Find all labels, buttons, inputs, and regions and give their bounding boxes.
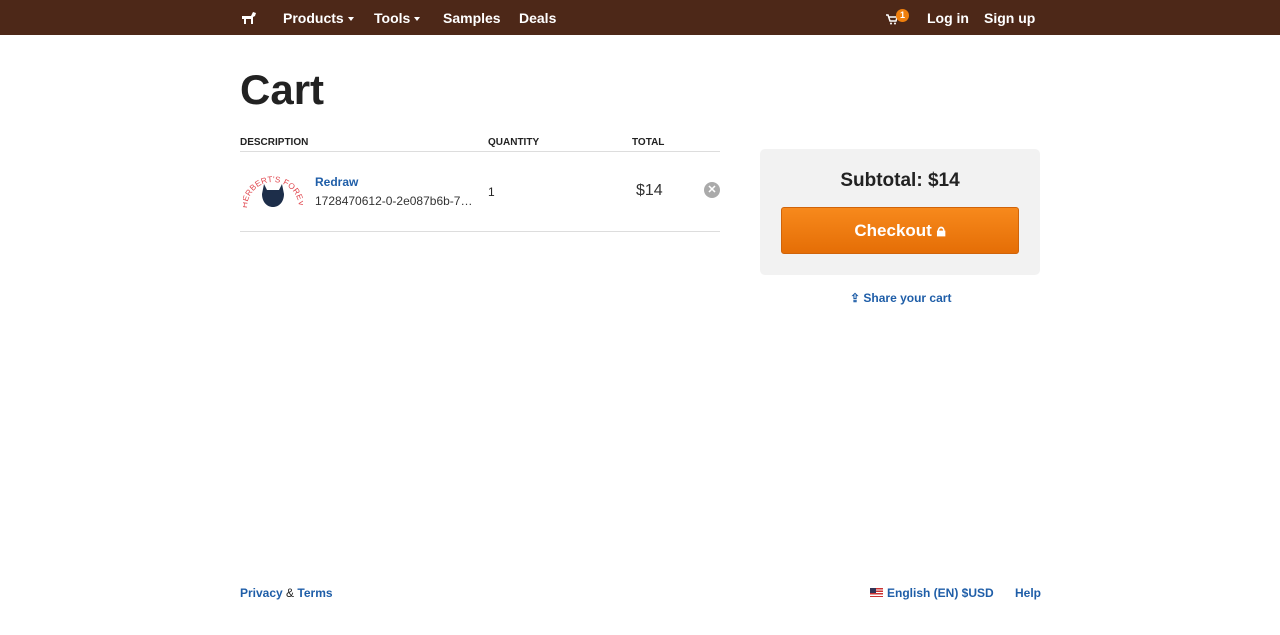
login-link[interactable]: Log in (927, 10, 969, 26)
lock-icon: 🔒︎ (936, 221, 946, 240)
header-quantity: QUANTITY (488, 137, 540, 148)
subtotal: Subtotal: $14 (840, 170, 960, 191)
page-title: Cart (240, 66, 325, 113)
divider (240, 231, 720, 232)
checkout-label: Checkout (854, 221, 932, 240)
divider (240, 151, 720, 152)
header-description: DESCRIPTION (240, 137, 309, 148)
us-flag-icon (870, 588, 883, 597)
signup-link[interactable]: Sign up (984, 10, 1035, 26)
header-total: TOTAL (632, 137, 665, 148)
nav-tools[interactable]: Tools (374, 10, 421, 26)
help-link[interactable]: Help (1015, 586, 1041, 600)
ampersand: & (286, 586, 295, 600)
item-name-link[interactable]: Redraw (315, 175, 358, 189)
tools-label: Tools (374, 10, 411, 26)
checkout-button[interactable]: Checkout 🔒︎ (781, 207, 1019, 254)
share-icon: ⇪ (850, 291, 861, 305)
remove-item-icon[interactable]: ✕ (704, 182, 720, 198)
nav-deals[interactable]: Deals (519, 10, 556, 26)
nav-products[interactable]: Products (283, 10, 354, 26)
product-thumbnail[interactable]: HERBERT'S FOREVER HOME (243, 164, 303, 212)
privacy-link[interactable]: Privacy (240, 586, 283, 600)
terms-link[interactable]: Terms (297, 586, 332, 600)
horse-logo-icon[interactable] (240, 8, 258, 29)
footer-legal: Privacy & Terms (240, 586, 333, 600)
cart-count-badge: 1 (896, 9, 909, 22)
locale-selector[interactable]: English (EN) $USD (870, 586, 994, 600)
summary-box: Subtotal: $14 Checkout 🔒︎ (760, 149, 1040, 275)
nav-samples[interactable]: Samples (443, 10, 501, 26)
item-quantity[interactable]: 1 (488, 185, 495, 199)
products-label: Products (283, 10, 344, 26)
chevron-down-icon (347, 17, 354, 22)
share-label: Share your cart (863, 291, 952, 305)
item-id: 1728470612-0-2e087b6b-7… (315, 194, 473, 208)
share-cart-link[interactable]: ⇪ Share your cart (850, 291, 951, 305)
chevron-down-icon (414, 17, 421, 22)
item-total: $14 (636, 182, 663, 199)
locale-label: English (EN) $USD (887, 586, 994, 600)
top-nav: Products Tools Samples Deals 1 Log in Si… (0, 0, 1280, 35)
